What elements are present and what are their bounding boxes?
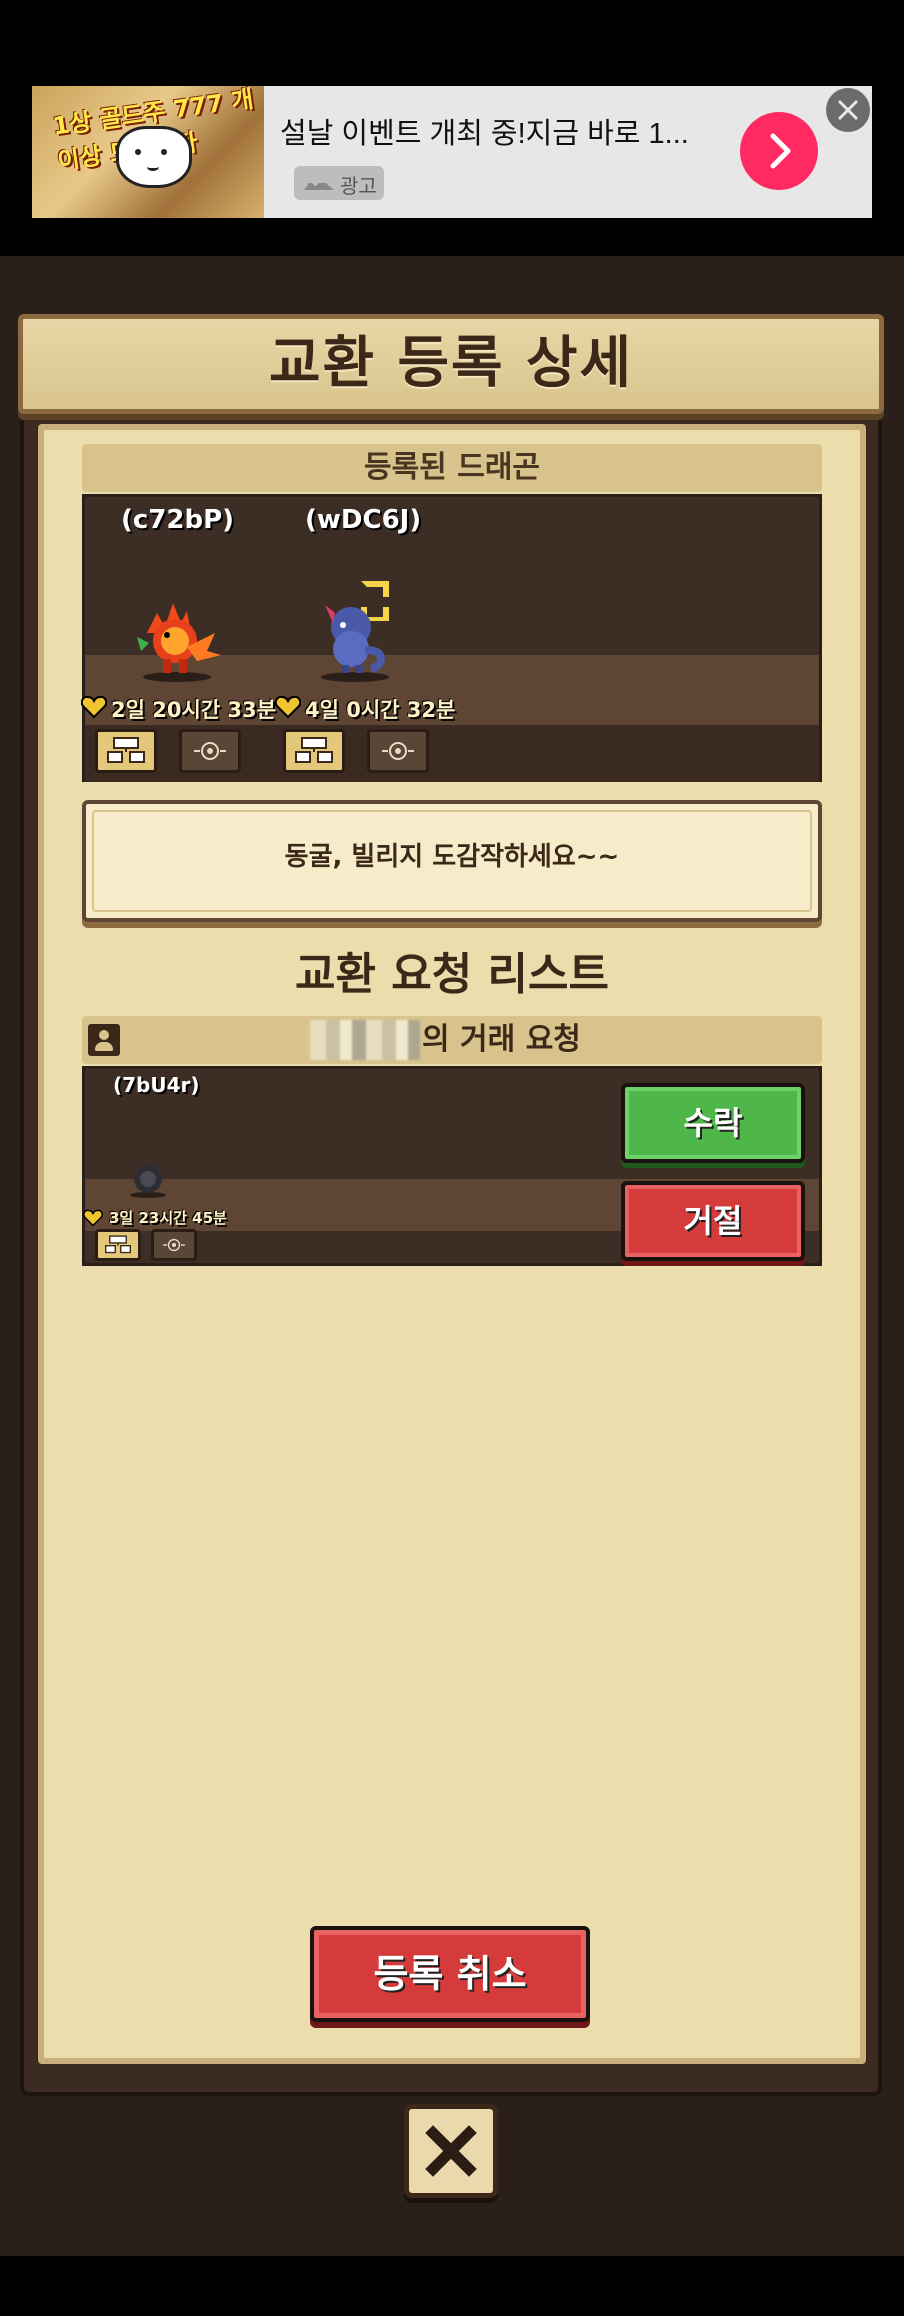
registration-message-box: 동굴, 빌리지 도감작하세요~~ <box>82 800 822 922</box>
system-bottom-bar <box>0 2256 904 2316</box>
dragon-tree-button[interactable] <box>95 729 157 773</box>
ad-cta-button[interactable] <box>740 112 818 190</box>
blurred-username <box>310 1020 420 1060</box>
ad-close-button[interactable] <box>826 88 870 132</box>
request-tree-button[interactable] <box>95 1229 141 1261</box>
request-list-title: 교환 요청 리스트 <box>295 949 609 1000</box>
dragon-timer: 4일 0시간 32분 <box>305 698 456 722</box>
close-icon <box>837 99 859 121</box>
dialog-title: 교환 등록 상세 <box>268 331 634 396</box>
dragon-tree-button[interactable] <box>283 729 345 773</box>
registered-dragons-header: 등록된 드래곤 <box>82 444 822 492</box>
family-tree-icon <box>107 737 145 763</box>
request-dragon-timer: 3일 23시간 45분 <box>109 1209 227 1227</box>
family-tree-icon <box>295 737 333 763</box>
family-tree-icon <box>105 1235 131 1254</box>
crosshair-icon <box>194 742 226 760</box>
dragon-code: (wDC6J) <box>305 505 422 535</box>
chevron-right-icon <box>770 133 791 169</box>
reject-button[interactable]: 거절 <box>621 1181 805 1261</box>
fire-dragon-sprite[interactable] <box>127 593 227 683</box>
crosshair-icon <box>163 1238 185 1252</box>
dragon-locate-button[interactable] <box>367 729 429 773</box>
accept-button[interactable]: 수락 <box>621 1083 805 1163</box>
ad-title[interactable]: 설날 이벤트 개최 중!지금 바로 1... <box>280 110 689 152</box>
cat-mascot-icon <box>116 126 192 188</box>
ad-label-badge: 광고 <box>294 166 384 200</box>
dragon-locate-button[interactable] <box>179 729 241 773</box>
cancel-registration-button[interactable]: 등록 취소 <box>310 1926 590 2022</box>
request-header: 의 거래 요청 <box>82 1016 822 1064</box>
close-x-icon <box>425 2125 477 2177</box>
dialog-title-banner: 교환 등록 상세 <box>18 314 884 414</box>
blue-dragon-sprite[interactable] <box>305 577 405 683</box>
request-header-label: 의 거래 요청 <box>422 1022 581 1057</box>
ad-label: 광고 <box>340 174 377 198</box>
ad-banner[interactable]: 1상 골드주 777 개이상 드립니다 설날 이벤트 개최 중!지금 바로 1.… <box>32 86 872 218</box>
heart-icon <box>80 695 108 719</box>
request-item: (7bU4r) 3일 23시간 45분 수락 거절 <box>82 1066 822 1266</box>
request-locate-button[interactable] <box>151 1229 197 1261</box>
cancel-registration-label: 등록 취소 <box>373 1952 527 1996</box>
user-profile-icon[interactable] <box>88 1024 120 1056</box>
crosshair-icon <box>382 742 414 760</box>
heart-icon <box>274 695 302 719</box>
heart-icon <box>83 1209 103 1227</box>
dark-dragon-sprite[interactable] <box>125 1159 171 1199</box>
ad-image[interactable]: 1상 골드주 777 개이상 드립니다 <box>32 86 264 218</box>
dragon-code: (c72bP) <box>121 505 235 535</box>
registered-dragons-box: (c72bP) 2일 20시간 33분 (wDC6J) 4일 0시간 32분 <box>80 494 822 782</box>
reject-button-label: 거절 <box>683 1202 743 1240</box>
close-dialog-button[interactable] <box>404 2104 498 2198</box>
ad-area: 1상 골드주 777 개이상 드립니다 설날 이벤트 개최 중!지금 바로 1.… <box>0 0 904 256</box>
accept-button-label: 수락 <box>683 1104 743 1142</box>
ad-provider-icon <box>304 178 334 190</box>
registration-message: 동굴, 빌리지 도감작하세요~~ <box>284 842 620 872</box>
request-dragon-code: (7bU4r) <box>113 1073 200 1097</box>
registered-dragons-title: 등록된 드래곤 <box>363 450 541 485</box>
dragon-timer: 2일 20시간 33분 <box>111 698 276 722</box>
